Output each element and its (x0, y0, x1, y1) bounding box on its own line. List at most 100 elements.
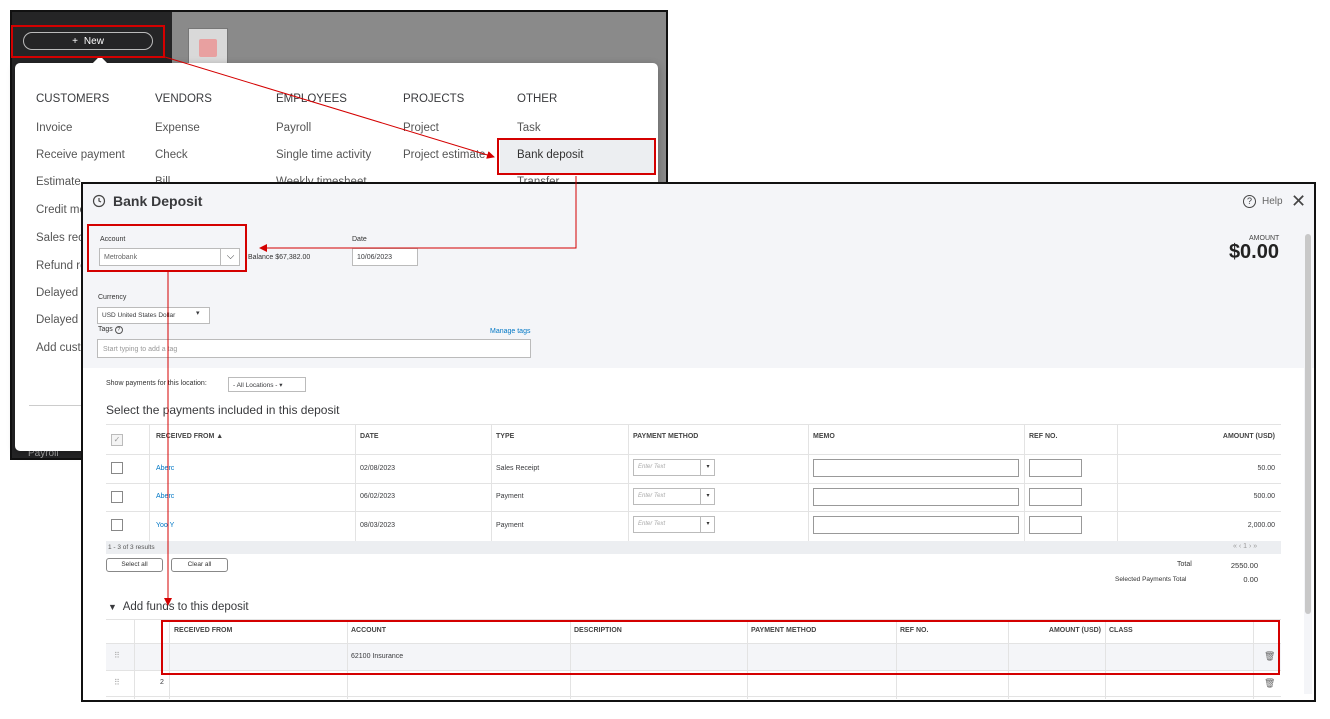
drag-handle-icon[interactable]: ⠿ (114, 678, 120, 687)
menu-item-credit-memo[interactable]: Credit me (36, 204, 86, 216)
history-icon[interactable] (92, 194, 106, 208)
col-ref-no[interactable]: REF NO. (1029, 433, 1057, 440)
funds-col-received-from: RECEIVED FROM (174, 627, 233, 634)
funds-account[interactable]: 62100 Insurance (351, 653, 403, 660)
clear-all-button[interactable]: Clear all (171, 558, 228, 572)
account-balance: Balance $67,382.00 (248, 254, 311, 261)
menu-item-check[interactable]: Check (155, 149, 188, 161)
menu-item-delayed-credit[interactable]: Delayed (36, 287, 78, 299)
amount-value: $0.00 (1228, 241, 1279, 263)
location-select[interactable]: - All Locations - ▾ (228, 377, 306, 392)
currency-label: Currency (98, 294, 127, 301)
payment-type: Payment (496, 522, 524, 529)
funds-col-payment-method: PAYMENT METHOD (751, 627, 817, 634)
payer-link[interactable]: Yoo Y (156, 522, 174, 529)
location-label: Show payments for this location: (106, 380, 207, 387)
ref-no-input[interactable] (1029, 459, 1082, 477)
menu-item-payroll[interactable]: Payroll (276, 122, 311, 134)
menu-item-estimate[interactable]: Estimate (36, 176, 81, 188)
help-icon[interactable]: ? (1243, 195, 1256, 208)
payment-type: Sales Receipt (496, 465, 540, 472)
select-all-button[interactable]: Select all (106, 558, 163, 572)
plus-icon: + (72, 35, 78, 47)
selected-total-value: 0.00 (1243, 575, 1258, 584)
results-bar (106, 541, 1281, 554)
date-label: Date (352, 236, 367, 243)
menu-item-refund-receipt[interactable]: Refund re (36, 260, 87, 272)
row-checkbox[interactable] (111, 519, 123, 531)
menu-item-invoice[interactable]: Invoice (36, 122, 72, 134)
payment-amount: 500.00 (1253, 493, 1275, 500)
caret-down-icon: ▼ (108, 602, 117, 612)
menu-item-task[interactable]: Task (517, 122, 541, 134)
add-funds-toggle[interactable]: ▼ Add funds to this deposit (108, 601, 249, 613)
memo-input[interactable] (813, 516, 1019, 534)
menu-item-project[interactable]: Project (403, 122, 439, 134)
payment-date: 06/02/2023 (360, 493, 396, 500)
menu-item-expense[interactable]: Expense (155, 122, 200, 134)
menu-item-sales-receipt[interactable]: Sales rec (36, 232, 84, 244)
results-count: 1 - 3 of 3 results (108, 544, 155, 551)
tags-label: Tags ? (98, 326, 123, 334)
chevron-down-icon[interactable]: ⌵ (220, 248, 240, 266)
total-value: 2550.00 (1230, 561, 1258, 570)
funds-col-class: CLASS (1109, 627, 1133, 634)
close-icon[interactable]: ✕ (1291, 192, 1306, 210)
ref-no-input[interactable] (1029, 488, 1082, 506)
col-date[interactable]: DATE (360, 433, 379, 440)
row-checkbox[interactable] (111, 462, 123, 474)
help-link[interactable]: Help (1262, 196, 1283, 207)
dialog-title: Bank Deposit (113, 193, 203, 209)
bank-deposit-dialog: Bank Deposit ? Help ✕ Account Metrobank … (81, 182, 1316, 702)
col-payment-method[interactable]: PAYMENT METHOD (633, 433, 698, 440)
payer-link[interactable]: Aberc (156, 493, 174, 500)
col-amount[interactable]: AMOUNT (USD) (1193, 433, 1275, 440)
menu-item-single-time-activity[interactable]: Single time activity (276, 149, 371, 161)
menu-item-add-customer[interactable]: Add cust (36, 342, 81, 354)
tags-input[interactable]: Start typing to add a tag (97, 339, 531, 358)
menu-item-bank-deposit[interactable]: Bank deposit (517, 149, 584, 161)
account-select[interactable]: Metrobank (99, 248, 240, 266)
col-received-from[interactable]: RECEIVED FROM ▲ (156, 433, 223, 440)
menu-item-delayed-charge[interactable]: Delayed (36, 314, 78, 326)
menu-heading-other: OTHER (517, 93, 558, 105)
memo-input[interactable] (813, 459, 1019, 477)
funds-col-amount: AMOUNT (USD) (1048, 627, 1101, 634)
menu-heading-employees: EMPLOYEES (276, 93, 347, 105)
col-memo[interactable]: MEMO (813, 433, 835, 440)
trash-icon[interactable]: 🗑 (1264, 678, 1275, 689)
menu-item-project-estimate[interactable]: Project estimate (403, 149, 485, 161)
pager[interactable]: « ‹ 1 › » (1233, 543, 1257, 550)
company-logo (188, 28, 228, 68)
manage-tags-link[interactable]: Manage tags (490, 328, 530, 335)
row-checkbox[interactable] (111, 491, 123, 503)
payment-type: Payment (496, 493, 524, 500)
menu-heading-projects: PROJECTS (403, 93, 465, 105)
funds-col-description: DESCRIPTION (574, 627, 622, 634)
col-type[interactable]: TYPE (496, 433, 514, 440)
payment-amount: 2,000.00 (1247, 522, 1275, 529)
payment-date: 08/03/2023 (360, 522, 396, 529)
scrollbar-thumb[interactable] (1305, 234, 1311, 614)
drag-handle-icon[interactable]: ⠿ (114, 651, 120, 660)
info-icon: ? (114, 326, 123, 334)
menu-item-receive-payment[interactable]: Receive payment (36, 149, 125, 161)
ref-no-input[interactable] (1029, 516, 1082, 534)
section-title: Select the payments included in this dep… (106, 403, 340, 417)
select-all-checkbox[interactable]: ✓ (111, 434, 123, 446)
line-number: 2 (160, 679, 164, 686)
menu-heading-vendors: VENDORS (155, 93, 212, 105)
memo-input[interactable] (813, 488, 1019, 506)
currency-select[interactable]: USD United States Dollar (97, 307, 210, 324)
payment-amount: 50.00 (1257, 465, 1275, 472)
caret-down-icon[interactable]: ▾ (196, 309, 200, 317)
caret-down-icon[interactable]: ▾ (700, 459, 715, 476)
new-button[interactable]: + New (23, 32, 153, 50)
caret-down-icon[interactable]: ▾ (700, 516, 715, 533)
payer-link[interactable]: Aberc (156, 465, 174, 472)
date-input[interactable]: 10/06/2023 (352, 248, 418, 266)
funds-col-ref-no: REF NO. (900, 627, 929, 634)
trash-icon[interactable]: 🗑 (1264, 651, 1275, 662)
payment-date: 02/08/2023 (360, 465, 396, 472)
caret-down-icon[interactable]: ▾ (700, 488, 715, 505)
